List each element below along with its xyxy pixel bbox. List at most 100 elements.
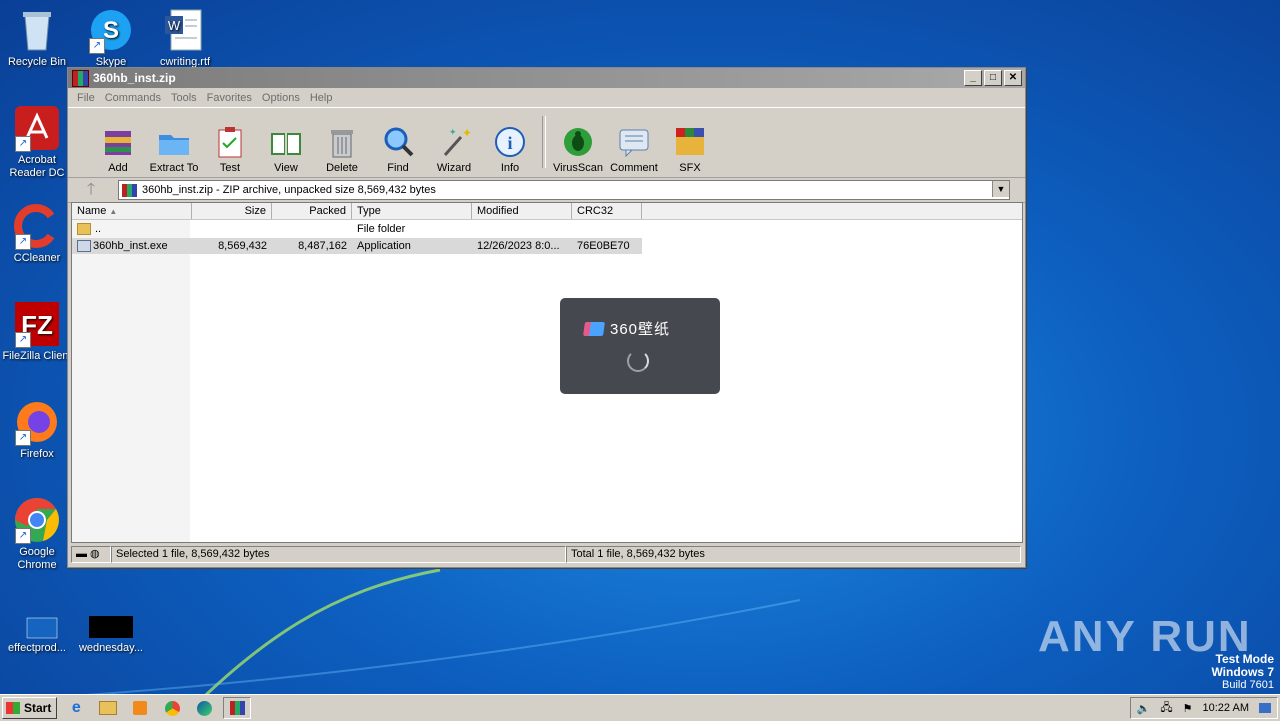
column-type[interactable]: Type: [352, 203, 472, 219]
zip-archive-icon: [122, 183, 137, 197]
folder-icon: [99, 701, 118, 715]
desktop-icon-label: Firefox: [20, 448, 54, 460]
menu-file[interactable]: File: [72, 92, 100, 104]
network-icon[interactable]: 🖧: [1160, 699, 1172, 718]
menu-commands[interactable]: Commands: [100, 92, 166, 104]
row-type: File folder: [357, 223, 406, 235]
recycle-bin-icon: [13, 6, 61, 54]
magnifier-icon: [381, 125, 415, 159]
menu-options[interactable]: Options: [257, 92, 305, 104]
taskbar-explorer[interactable]: [95, 698, 121, 718]
file-list[interactable]: Name ▲ Size Packed Type Modified CRC32 .…: [71, 202, 1023, 543]
taskbar-media-player[interactable]: [127, 698, 153, 718]
virusscan-label: VirusScan: [553, 162, 603, 174]
status-selected: Selected 1 file, 8,569,432 bytes: [111, 546, 566, 563]
ccleaner-icon: ↗: [13, 202, 61, 250]
desktop-icon-filezilla[interactable]: FZ ↗ FileZilla Client: [0, 300, 74, 363]
file-icon: [87, 612, 135, 640]
desktop-icon-acrobat[interactable]: ↗ Acrobat Reader DC: [0, 104, 74, 180]
shortcut-arrow-icon: ↗: [15, 234, 31, 250]
action-center-flag-icon[interactable]: ⚑: [1183, 702, 1193, 715]
virusscan-button[interactable]: VirusScan: [550, 125, 606, 174]
shortcut-arrow-icon: ↗: [15, 528, 31, 544]
svg-text:S: S: [103, 17, 119, 44]
test-button[interactable]: Test: [202, 125, 258, 174]
folder-up-icon: [77, 223, 91, 236]
row-name: ..: [95, 223, 102, 235]
close-button[interactable]: ✕: [1004, 70, 1022, 86]
start-button[interactable]: Start: [2, 697, 58, 719]
desktop-icon-cwriting[interactable]: W cwriting.rtf: [148, 6, 222, 69]
clock[interactable]: 10:22 AM: [1203, 702, 1249, 714]
row-crc: [572, 221, 642, 237]
add-archive-icon: [101, 125, 135, 159]
comment-button[interactable]: Comment: [606, 125, 662, 174]
menu-favorites[interactable]: Favorites: [202, 92, 257, 104]
show-desktop-icon[interactable]: [1259, 703, 1271, 713]
column-size[interactable]: Size: [192, 203, 272, 219]
magic-wand-icon: ✦ ✦: [437, 125, 472, 159]
path-combobox[interactable]: 360hb_inst.zip - ZIP archive, unpacked s…: [118, 180, 1010, 200]
desktop-icon-skype[interactable]: S ↗ Skype: [74, 6, 148, 69]
test-label: Test: [219, 162, 241, 174]
toolbar: Add Extract To Test View Delete Find ✦ ✦ …: [68, 107, 1025, 178]
info-button[interactable]: i Info: [482, 125, 538, 174]
view-button[interactable]: View: [258, 125, 314, 174]
menu-help[interactable]: Help: [305, 92, 338, 104]
drive-status-icon: ▬ ◍: [71, 546, 111, 563]
taskbar-winrar[interactable]: [223, 697, 252, 719]
chevron-down-icon[interactable]: ▼: [992, 181, 1009, 197]
desktop-icon-wednesday[interactable]: wednesday...: [74, 612, 148, 655]
add-button[interactable]: Add: [90, 125, 146, 174]
column-modified[interactable]: Modified: [472, 203, 572, 219]
table-row-selected[interactable]: 360hb_inst.exe 8,569,432 8,487,162 Appli…: [72, 238, 642, 254]
chrome-icon: [164, 700, 180, 716]
maximize-button[interactable]: □: [984, 70, 1002, 86]
wizard-button[interactable]: ✦ ✦ Wizard: [426, 125, 482, 174]
shortcut-arrow-icon: ↗: [89, 38, 105, 54]
desktop-icon-label: wednesday...: [78, 642, 143, 654]
chrome-icon: ↗: [13, 496, 61, 544]
desktop-icon-recycle-bin[interactable]: Recycle Bin: [0, 6, 74, 69]
desktop-icon-ccleaner[interactable]: ↗ CCleaner: [0, 202, 74, 265]
word-document-icon: W: [161, 6, 209, 54]
sfx-label: SFX: [679, 162, 701, 174]
menu-tools[interactable]: Tools: [166, 92, 202, 104]
add-label: Add: [108, 162, 128, 174]
shortcut-arrow-icon: ↗: [15, 136, 31, 152]
find-button[interactable]: Find: [370, 125, 426, 174]
view-label: View: [274, 162, 298, 174]
taskbar-chrome[interactable]: [159, 698, 185, 718]
volume-icon[interactable]: 🔈: [1137, 702, 1151, 715]
up-one-level-button[interactable]: 🡑: [74, 180, 108, 200]
extract-to-button[interactable]: Extract To: [146, 125, 202, 174]
shortcut-arrow-icon: ↗: [15, 332, 31, 348]
column-name[interactable]: Name ▲: [72, 203, 192, 219]
media-player-icon: [133, 701, 148, 715]
delete-button[interactable]: Delete: [314, 125, 370, 174]
table-row[interactable]: .. File folder: [72, 221, 642, 237]
desktop-icon-firefox[interactable]: ↗ Firefox: [0, 398, 74, 461]
column-crc32[interactable]: CRC32: [572, 203, 642, 219]
edge-icon: [196, 700, 212, 716]
filezilla-icon: FZ ↗: [13, 300, 61, 348]
svg-text:✦: ✦: [449, 128, 457, 138]
row-packed: 8,487,162: [298, 240, 347, 252]
column-packed[interactable]: Packed: [272, 203, 352, 219]
taskbar-edge[interactable]: [191, 698, 217, 718]
path-text: 360hb_inst.zip - ZIP archive, unpacked s…: [142, 184, 436, 196]
row-modified: [472, 221, 572, 237]
row-modified: 12/26/2023 8:0...: [477, 240, 560, 252]
shortcut-arrow-icon: ↗: [15, 430, 31, 446]
desktop-icon-effectprod[interactable]: effectprod...: [0, 612, 74, 655]
windows-logo-icon: [6, 702, 20, 714]
desktop-icon-chrome[interactable]: ↗ Google Chrome: [0, 496, 74, 572]
status-total: Total 1 file, 8,569,432 bytes: [566, 546, 1021, 563]
title-bar[interactable]: 360hb_inst.zip _ □ ✕: [68, 68, 1025, 88]
taskbar-ie[interactable]: e: [63, 698, 89, 718]
sfx-button[interactable]: SFX: [662, 125, 718, 174]
name-column-shading: [72, 220, 190, 542]
internet-explorer-icon: e: [71, 699, 81, 716]
desktop-icon-label: Recycle Bin: [7, 56, 67, 68]
minimize-button[interactable]: _: [964, 70, 982, 86]
